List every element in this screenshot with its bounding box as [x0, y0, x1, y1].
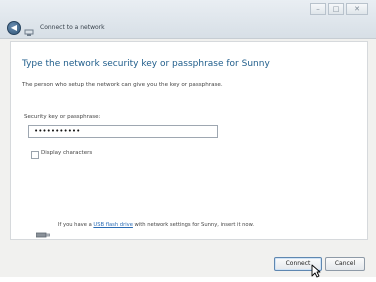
back-arrow-icon: ◀ — [10, 23, 18, 32]
close-button[interactable]: ✕ — [346, 3, 368, 15]
maximize-button[interactable]: □ — [328, 3, 344, 15]
security-key-input[interactable]: ••••••••••• — [28, 125, 218, 138]
usb-text-prefix: If you have a — [58, 222, 94, 228]
network-icon — [24, 22, 34, 36]
window-title: Connect to a network — [40, 24, 105, 31]
mouse-pointer-icon — [311, 263, 321, 278]
back-button[interactable]: ◀ — [7, 21, 21, 35]
usb-flash-drive-link[interactable]: USB flash drive — [93, 222, 133, 228]
connect-network-window: – □ ✕ ◀ Connect to a network Type the ne… — [0, 0, 376, 278]
window-titlebar: – □ ✕ ◀ Connect to a network — [0, 0, 376, 39]
security-key-label: Security key or passphrase: — [24, 114, 101, 120]
dialog-content — [10, 41, 368, 240]
window-controls: – □ ✕ — [310, 3, 368, 15]
usb-instruction-text: If you have a USB flash drive with netwo… — [58, 222, 254, 228]
usb-text-suffix: with network settings for Sunny, insert … — [132, 222, 255, 228]
cancel-button[interactable]: Cancel — [325, 257, 365, 271]
usb-drive-icon — [35, 223, 51, 238]
minimize-button[interactable]: – — [310, 3, 326, 15]
page-heading: Type the network security key or passphr… — [22, 59, 270, 69]
page-description: The person who setup the network can giv… — [22, 82, 223, 88]
display-characters-label: Display characters — [41, 150, 93, 156]
display-characters-checkbox[interactable] — [31, 151, 39, 159]
